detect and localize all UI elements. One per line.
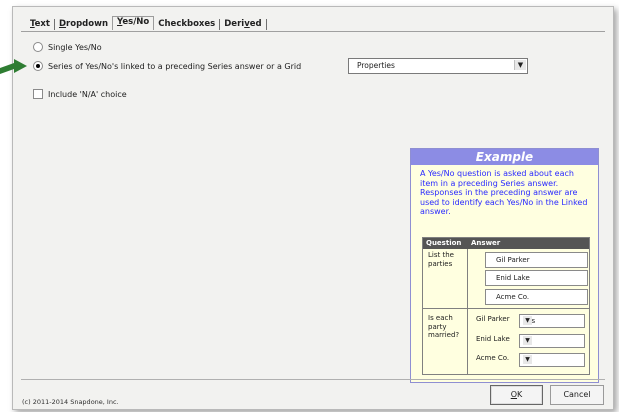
chevron-down-icon: ▼	[523, 336, 532, 345]
copyright-text: (c) 2011-2014 Snapdone, Inc.	[22, 398, 119, 406]
linked-series-select[interactable]: Properties ▼	[348, 58, 528, 74]
example-yes-no-select: yes▼	[519, 314, 585, 328]
tab-text-label-post: ext	[34, 19, 50, 29]
tab-derived[interactable]: Derived	[220, 19, 265, 30]
tab-divider	[21, 31, 605, 32]
tab-dropdown-label-accel: D	[58, 19, 67, 29]
example-title: Example	[411, 149, 598, 165]
example-row-name: Acme Co.	[476, 354, 510, 362]
ok-button[interactable]: OK	[490, 385, 543, 405]
table-divider	[467, 249, 468, 374]
example-row-name: Gil Parker	[476, 315, 510, 323]
series-yes-no-option[interactable]: Series of Yes/No's linked to a preceding…	[33, 61, 301, 71]
example-answer-box: Gil Parker	[485, 252, 588, 268]
example-answer-text: Acme Co.	[496, 293, 530, 301]
col-answer-header: Answer	[467, 238, 589, 249]
single-yes-no-label: Single Yes/No	[48, 42, 102, 52]
example-answer-text: Enid Lake	[496, 274, 530, 282]
ok-label-post: K	[517, 390, 523, 399]
table-divider	[423, 308, 589, 309]
single-yes-no-option[interactable]: Single Yes/No	[33, 42, 102, 52]
dialog-window: Text Dropdown Yes/No Checkboxes Derived …	[12, 6, 614, 410]
cancel-button[interactable]: Cancel	[550, 385, 604, 405]
chevron-down-icon[interactable]: ▼	[514, 60, 526, 70]
footer-divider	[21, 379, 605, 380]
single-yes-no-radio[interactable]	[33, 42, 43, 52]
tab-checkboxes-label-post: Checkboxes	[158, 19, 216, 29]
chevron-down-icon: ▼	[523, 355, 532, 364]
series-yes-no-label: Series of Yes/No's linked to a preceding…	[48, 61, 302, 71]
cancel-label: Cancel	[563, 390, 591, 399]
tab-derived-label-post: ed	[249, 19, 262, 29]
col-question-header: Question	[423, 238, 467, 249]
tab-dropdown-label-post: ropdown	[66, 19, 108, 29]
example-yes-no-select: no▼	[519, 353, 585, 367]
linked-series-select-value: Properties	[357, 61, 395, 70]
tab-yes-no[interactable]: Yes/No	[112, 16, 155, 30]
example-answer-box: Enid Lake	[485, 270, 588, 286]
example-panel: Example A Yes/No question is asked about…	[410, 148, 599, 383]
example-answer-box: Acme Co.	[485, 289, 588, 305]
tab-text[interactable]: Text	[26, 19, 54, 30]
example-description: A Yes/No question is asked about each it…	[420, 169, 588, 217]
example-question-2: Is each party married?	[428, 314, 460, 339]
example-row-name: Enid Lake	[476, 335, 510, 343]
tab-bar: Text Dropdown Yes/No Checkboxes Derived	[26, 16, 267, 30]
include-na-option[interactable]: Include 'N/A' choice	[33, 89, 127, 99]
include-na-checkbox[interactable]	[33, 89, 43, 99]
example-question-1: List the parties	[428, 251, 454, 268]
tab-checkboxes[interactable]: Checkboxes	[154, 19, 219, 30]
tab-yesno-label-post: es/No	[122, 17, 150, 27]
tab-separator	[265, 19, 267, 30]
include-na-label: Include 'N/A' choice	[48, 89, 127, 99]
tab-dropdown[interactable]: Dropdown	[55, 19, 112, 30]
chevron-down-icon: ▼	[523, 316, 532, 325]
example-table: Question Answer List the parties Gil Par…	[422, 237, 590, 375]
series-yes-no-radio[interactable]	[33, 61, 43, 71]
pointer-arrow-icon	[0, 59, 27, 74]
example-yes-no-select: no▼	[519, 334, 585, 348]
example-answer-text: Gil Parker	[496, 256, 530, 264]
tab-derived-label-pre: Deri	[224, 19, 245, 29]
